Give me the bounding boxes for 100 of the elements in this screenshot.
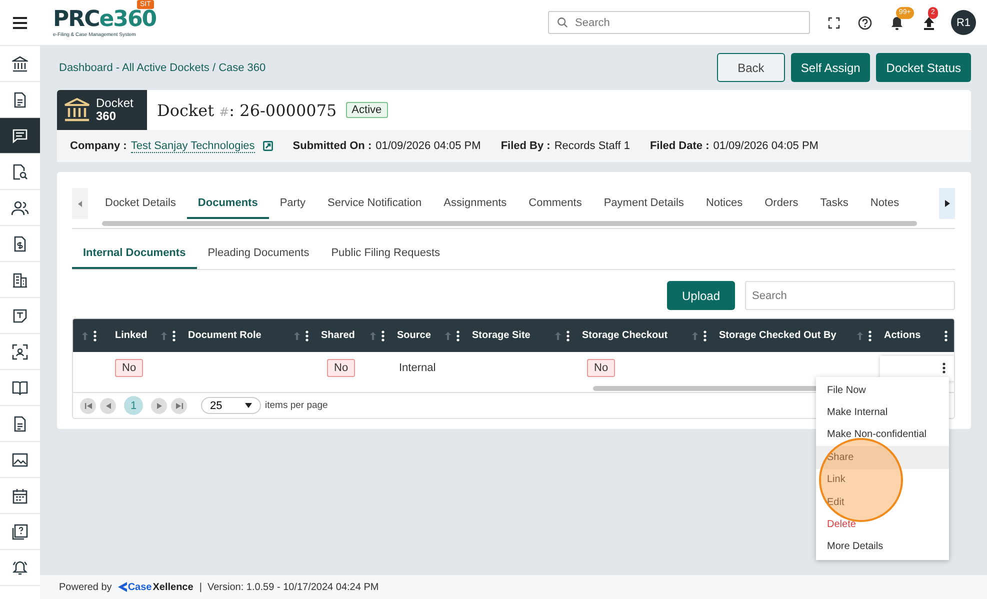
column-header[interactable]: Linked: [105, 330, 148, 341]
field-value: 01/09/2026 04:05 PM: [713, 140, 818, 152]
help-document-icon: [12, 524, 28, 540]
tab[interactable]: Orders: [754, 188, 810, 219]
field-value: 01/09/2026 04:05 PM: [376, 140, 481, 152]
column-menu-icon[interactable]: [703, 330, 707, 342]
column-header[interactable]: Storage Site: [468, 330, 530, 341]
column-menu-icon[interactable]: [868, 330, 872, 342]
external-link-icon[interactable]: [262, 141, 273, 151]
column-menu-icon[interactable]: [93, 330, 97, 342]
brand-logo: CaseXellence: [118, 582, 194, 592]
tab[interactable]: Tasks: [809, 188, 860, 219]
field-label: Filed By :: [500, 140, 550, 152]
building-icon: [12, 272, 28, 288]
image-icon: [12, 452, 28, 468]
tab[interactable]: Internal Documents: [72, 238, 197, 269]
bank-icon: [64, 98, 90, 122]
column-menu-icon[interactable]: [172, 330, 176, 342]
logo-wordmark: PRCe360: [53, 8, 156, 32]
column-menu-icon[interactable]: [305, 330, 309, 342]
tab[interactable]: Notices: [694, 188, 754, 219]
left-arrow-icon: [78, 200, 82, 206]
page-size-dropdown[interactable]: 25: [201, 397, 261, 414]
previous-page-icon: [106, 402, 110, 408]
menu-item[interactable]: Link: [816, 468, 949, 491]
column-header[interactable]: Source: [393, 330, 431, 341]
kebab-icon: [942, 362, 946, 374]
scan-icon: [12, 344, 28, 360]
status-badge: No: [327, 359, 356, 377]
tab[interactable]: Service Notification: [316, 188, 433, 219]
tab[interactable]: Notes: [859, 188, 910, 219]
document-search-icon: [12, 164, 28, 180]
column-header[interactable]: Shared: [317, 330, 355, 341]
menu-item[interactable]: Make Non-confidential: [816, 424, 949, 446]
next-page-button[interactable]: [151, 398, 167, 414]
version-label: | Version: 1.0.59 - 10/17/2024 04:24 PM: [199, 582, 379, 592]
user-avatar[interactable]: R1: [951, 10, 976, 35]
column-menu-icon[interactable]: [566, 330, 570, 342]
next-page-icon: [156, 402, 162, 408]
action-button[interactable]: Back: [716, 53, 785, 82]
action-button[interactable]: Self Assign: [790, 53, 870, 82]
column-menu-icon[interactable]: [381, 330, 385, 342]
sidebar-item[interactable]: [0, 118, 40, 154]
bell-icon[interactable]: [890, 14, 904, 30]
table-cell: Internal: [399, 362, 436, 374]
search-field[interactable]: Search: [548, 11, 810, 34]
document-icon: [13, 92, 27, 108]
right-arrow-icon: [944, 200, 950, 207]
breadcrumb[interactable]: Dashboard - All Active Dockets / Case 360: [59, 62, 266, 74]
scroll-left-button[interactable]: [72, 188, 88, 219]
status-badge: Active: [346, 102, 388, 118]
first-page-icon: [84, 402, 92, 408]
tab[interactable]: Documents: [186, 188, 269, 219]
invoice-icon: [13, 236, 27, 252]
docket-title: Docket #: 26-0000075: [157, 100, 337, 120]
tab[interactable]: Comments: [518, 188, 593, 219]
page-size-label: items per page: [265, 400, 328, 411]
field-value: Records Staff 1: [554, 140, 630, 152]
column-header[interactable]: Document Role: [184, 330, 262, 341]
menu-item[interactable]: More Details: [816, 536, 949, 558]
book-icon: [12, 380, 28, 396]
action-button[interactable]: Docket Status: [876, 53, 971, 82]
status-badge: No: [115, 359, 144, 377]
last-page-button[interactable]: [171, 398, 187, 414]
menu-item[interactable]: Delete: [816, 513, 949, 536]
badge-number: 360: [96, 110, 118, 123]
users-icon: [11, 200, 29, 216]
note-icon: [12, 308, 28, 324]
column-header[interactable]: Actions: [880, 330, 921, 341]
search-icon: [557, 17, 568, 28]
tab[interactable]: Party: [268, 188, 317, 219]
company-link[interactable]: Test Sanjay Technologies: [130, 140, 255, 152]
search-field[interactable]: Search: [745, 281, 955, 310]
chat-icon: [12, 128, 28, 144]
document-icon: [13, 416, 27, 432]
column-menu-icon[interactable]: [456, 330, 460, 342]
previous-page-button[interactable]: [100, 398, 116, 414]
field-label: Submitted On :: [292, 140, 372, 152]
tab[interactable]: Docket Details: [94, 188, 187, 219]
column-menu-icon[interactable]: [944, 330, 948, 342]
badge-label: Docket: [96, 97, 134, 110]
bell-icon: [12, 560, 28, 576]
scroll-right-button[interactable]: [939, 188, 955, 219]
column-header[interactable]: Storage Checked Out By: [715, 330, 836, 341]
first-page-button[interactable]: [80, 398, 96, 414]
upload-button[interactable]: Upload: [667, 281, 735, 310]
upload-icon[interactable]: [922, 14, 936, 30]
column-header[interactable]: Storage Checkout: [578, 330, 668, 341]
menu-item[interactable]: Make Internal: [816, 401, 949, 424]
tab[interactable]: Public Filing Requests: [320, 238, 452, 269]
tab[interactable]: Pleading Documents: [196, 238, 320, 269]
fullscreen-icon[interactable]: [828, 16, 840, 28]
tab[interactable]: Assignments: [432, 188, 518, 219]
bank-icon: [12, 56, 28, 72]
field-label: Filed Date :: [650, 140, 710, 152]
help-icon[interactable]: [858, 16, 872, 30]
menu-item[interactable]: File Now: [816, 379, 949, 402]
tab[interactable]: Payment Details: [592, 188, 695, 219]
last-page-icon: [176, 402, 182, 408]
menu-item[interactable]: Edit: [816, 490, 949, 514]
